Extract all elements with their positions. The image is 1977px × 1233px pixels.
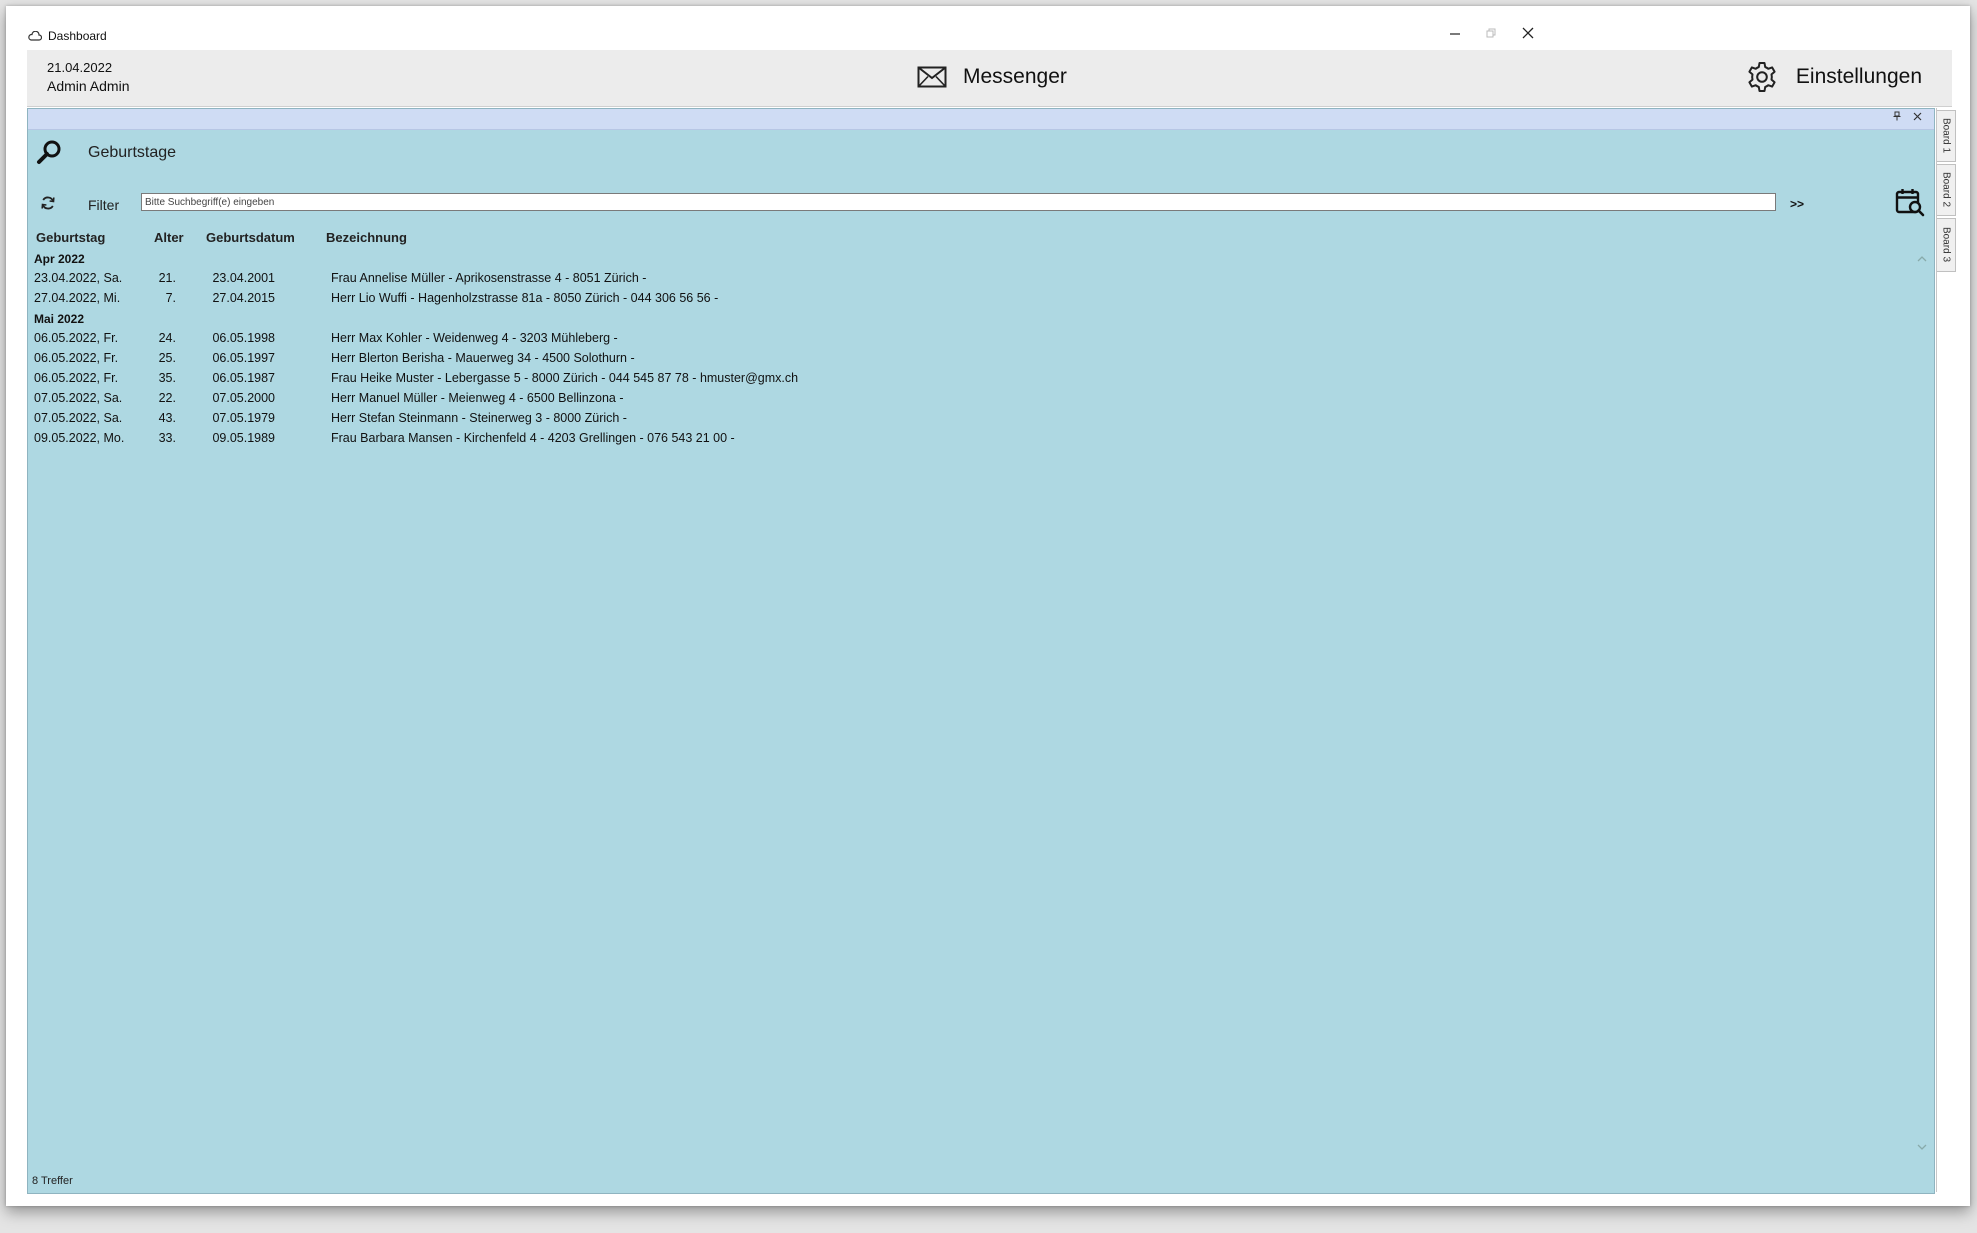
cell-description: Herr Max Kohler - Weidenweg 4 - 3203 Müh…: [331, 331, 618, 345]
tab-board-2-label: Board 2: [1940, 172, 1952, 208]
cell-age: 35.: [158, 371, 176, 385]
result-count: 8 Treffer: [32, 1175, 73, 1187]
minimize-icon: [1450, 33, 1460, 35]
cell-age: 22.: [158, 391, 176, 405]
current-date: 21.04.2022: [47, 60, 113, 75]
panel-close-button[interactable]: [1910, 111, 1924, 125]
panel-title: Geburtstage: [88, 144, 177, 161]
app-title: Dashboard: [28, 29, 107, 43]
cell-age: 33.: [158, 431, 176, 445]
cell-description: Herr Stefan Steinmann - Steinerweg 3 - 8…: [331, 411, 627, 425]
table-row[interactable]: 27.04.2022, Mi. 7. 27.04.2015 Herr Lio W…: [28, 289, 1888, 309]
column-header-birthday[interactable]: Geburtstag: [36, 230, 105, 245]
gear-icon: [1748, 62, 1776, 92]
group-header-apr-2022: Apr 2022: [34, 252, 85, 266]
birthday-panel: Geburtstage Filter >> Geburtstag Alter G…: [27, 108, 1935, 1194]
cell-description: Herr Manuel Müller - Meienweg 4 - 6500 B…: [331, 391, 624, 405]
chevron-up-icon[interactable]: [1916, 253, 1928, 265]
tab-board-2[interactable]: Board 2: [1937, 164, 1956, 216]
cloud-icon: [28, 31, 42, 41]
panel-caption-bar: [28, 109, 1934, 130]
column-header-age[interactable]: Alter: [154, 230, 184, 245]
table-row[interactable]: 06.05.2022, Fr. 24. 06.05.1998 Herr Max …: [28, 329, 1888, 349]
cell-birthdate: 07.05.2000: [212, 391, 275, 405]
cell-description: Frau Annelise Müller - Aprikosenstrasse …: [331, 271, 647, 285]
table-row[interactable]: 23.04.2022, Sa. 21. 23.04.2001 Frau Anne…: [28, 269, 1888, 289]
column-header-description[interactable]: Bezeichnung: [326, 230, 407, 245]
cell-birthdate: 27.04.2015: [212, 291, 275, 305]
pin-button[interactable]: [1890, 111, 1904, 125]
cell-description: Herr Lio Wuffi - Hagenholzstrasse 81a - …: [331, 291, 719, 305]
cell-description: Herr Blerton Berisha - Mauerweg 34 - 450…: [331, 351, 635, 365]
table-row[interactable]: 06.05.2022, Fr. 35. 06.05.1987 Frau Heik…: [28, 369, 1888, 389]
cell-birthdate: 06.05.1997: [212, 351, 275, 365]
vertical-scrollbar[interactable]: [1914, 253, 1930, 1153]
mail-icon: [917, 66, 947, 88]
tab-board-1[interactable]: Board 1: [1937, 110, 1956, 162]
cell-description: Frau Heike Muster - Lebergasse 5 - 8000 …: [331, 371, 799, 385]
current-user: Admin Admin: [47, 78, 130, 94]
column-header-birthdate[interactable]: Geburtsdatum: [206, 230, 295, 245]
cell-birthday: 27.04.2022, Mi.: [34, 291, 121, 305]
table-row[interactable]: 07.05.2022, Sa. 43. 07.05.1979 Herr Stef…: [28, 409, 1888, 429]
cell-birthdate: 07.05.1979: [212, 411, 275, 425]
close-button[interactable]: [1513, 24, 1543, 46]
cell-age: 24.: [158, 331, 176, 345]
table-row[interactable]: 09.05.2022, Mo. 33. 09.05.1989 Frau Barb…: [28, 429, 1888, 449]
search-icon: [37, 140, 61, 164]
tab-board-3[interactable]: Board 3: [1937, 218, 1956, 272]
title-bar: Dashboard: [6, 6, 1970, 50]
cell-birthday: 06.05.2022, Fr.: [34, 351, 119, 365]
tab-board-1-label: Board 1: [1940, 118, 1952, 154]
pin-icon: [1893, 111, 1901, 121]
cell-birthday: 07.05.2022, Sa.: [34, 391, 123, 405]
cell-birthdate: 09.05.1989: [212, 431, 275, 445]
restore-button[interactable]: [1476, 24, 1506, 46]
settings-label: Einstellungen: [1795, 65, 1922, 88]
app-window: Dashboard 21.04.2022 Admin Admin Messeng…: [6, 6, 1970, 1206]
chevron-down-icon[interactable]: [1916, 1141, 1928, 1153]
cell-description: Frau Barbara Mansen - Kirchenfeld 4 - 42…: [331, 431, 735, 445]
close-icon: [1913, 112, 1921, 121]
filter-go-button[interactable]: >>: [1790, 197, 1804, 211]
table-row[interactable]: 07.05.2022, Sa. 22. 07.05.2000 Herr Manu…: [28, 389, 1888, 409]
cell-birthdate: 06.05.1987: [212, 371, 275, 385]
messenger-button[interactable]: Messenger: [917, 62, 1067, 92]
cell-birthday: 06.05.2022, Fr.: [34, 331, 119, 345]
filter-input[interactable]: [141, 193, 1776, 211]
cell-birthday: 09.05.2022, Mo.: [34, 431, 125, 445]
cell-age: 43.: [158, 411, 176, 425]
cell-birthdate: 06.05.1998: [212, 331, 275, 345]
window-title: Dashboard: [48, 29, 107, 43]
filter-label: Filter: [88, 197, 120, 213]
messenger-label: Messenger: [963, 65, 1067, 88]
minimize-button[interactable]: [1440, 24, 1470, 46]
close-icon: [1522, 27, 1534, 39]
cell-birthday: 06.05.2022, Fr.: [34, 371, 119, 385]
cell-birthdate: 23.04.2001: [212, 271, 275, 285]
calendar-search-icon[interactable]: [1895, 187, 1925, 217]
settings-button[interactable]: Einstellungen: [1746, 60, 1922, 94]
refresh-icon[interactable]: [40, 195, 56, 211]
cell-age: 21.: [158, 271, 176, 285]
restore-icon: [1486, 28, 1496, 38]
cell-birthday: 23.04.2022, Sa.: [34, 271, 123, 285]
cell-age: 7.: [165, 291, 176, 305]
table-row[interactable]: 06.05.2022, Fr. 25. 06.05.1997 Herr Bler…: [28, 349, 1888, 369]
tab-board-3-label: Board 3: [1940, 227, 1952, 263]
board-tabs: Board 1 Board 2 Board 3: [1936, 108, 1957, 1192]
group-header-mai-2022: Mai 2022: [34, 312, 85, 326]
cell-birthday: 07.05.2022, Sa.: [34, 411, 123, 425]
cell-age: 25.: [158, 351, 176, 365]
header-bar: 21.04.2022 Admin Admin Messenger Einstel…: [27, 50, 1952, 107]
